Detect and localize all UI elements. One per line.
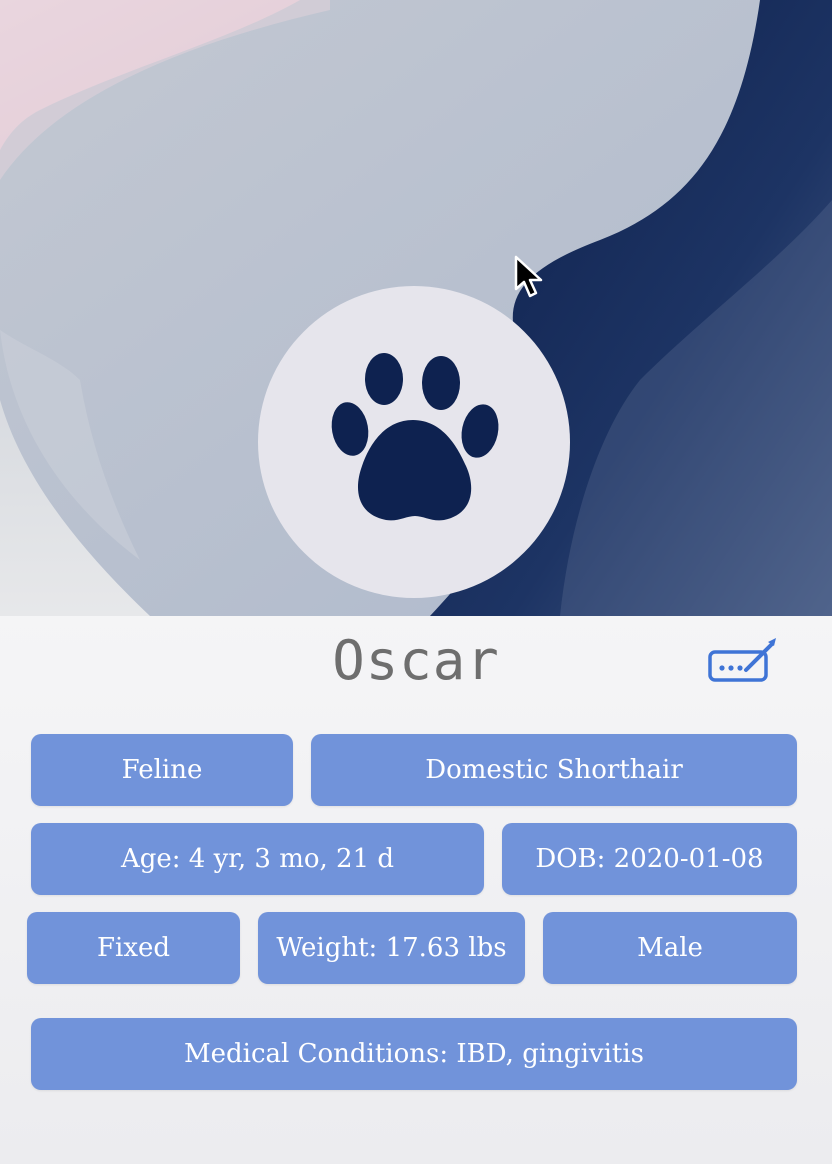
species-chip[interactable]: Feline (31, 734, 293, 806)
weight-chip[interactable]: Weight: 17.63 lbs (258, 912, 525, 984)
pet-profile-screen: Oscar Feline Domestic Shorthair Age: 4 y… (0, 0, 832, 1164)
paw-icon (331, 353, 499, 521)
sex-chip[interactable]: Male (543, 912, 797, 984)
pet-avatar[interactable] (258, 286, 570, 598)
medical-conditions-chip[interactable]: Medical Conditions: IBD, gingivitis (31, 1018, 797, 1090)
dob-chip[interactable]: DOB: 2020-01-08 (502, 823, 797, 895)
pet-details-panel: Oscar Feline Domestic Shorthair Age: 4 y… (0, 616, 832, 1164)
age-chip[interactable]: Age: 4 yr, 3 mo, 21 d (31, 823, 484, 895)
pet-name: Oscar (332, 629, 500, 692)
mouse-cursor-icon (514, 255, 543, 298)
breed-chip[interactable]: Domestic Shorthair (311, 734, 797, 806)
edit-icon (708, 638, 776, 682)
fixed-chip[interactable]: Fixed (27, 912, 240, 984)
edit-button[interactable] (706, 636, 780, 684)
